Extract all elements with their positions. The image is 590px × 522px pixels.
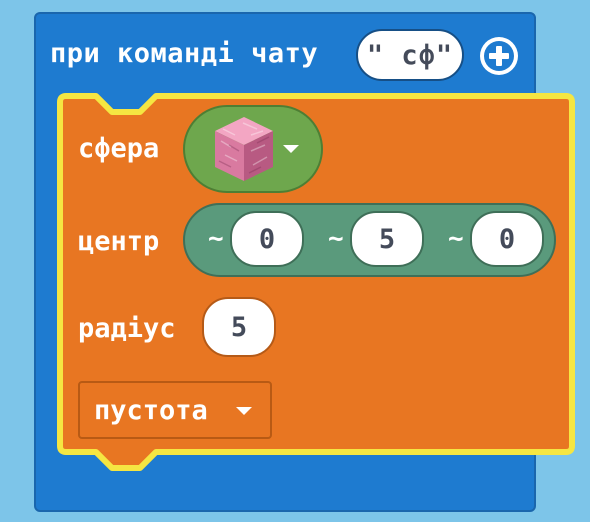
center-label: центр [78, 226, 160, 257]
radius-input[interactable]: 5 [202, 297, 276, 357]
radius-label: радіус [78, 313, 176, 344]
sphere-label: сфера [78, 133, 160, 164]
coord-y-input[interactable]: 5 [350, 211, 424, 267]
tilde-z: ~ [448, 224, 464, 254]
coord-x-input[interactable]: 0 [230, 211, 304, 267]
coord-z-input[interactable]: 0 [470, 211, 544, 267]
tilde-x: ~ [208, 224, 224, 254]
fill-mode-dropdown[interactable]: пустота [78, 381, 272, 439]
tilde-y: ~ [328, 224, 344, 254]
chevron-down-icon [283, 145, 299, 153]
block-type-dropdown[interactable] [183, 105, 323, 193]
chevron-down-icon [236, 407, 252, 415]
fill-mode-value: пустота [94, 395, 208, 426]
code-canvas: при команді чату " сф" сфера центр ~ 0 ~… [0, 0, 590, 522]
pink-wool-cube-icon [215, 117, 273, 181]
